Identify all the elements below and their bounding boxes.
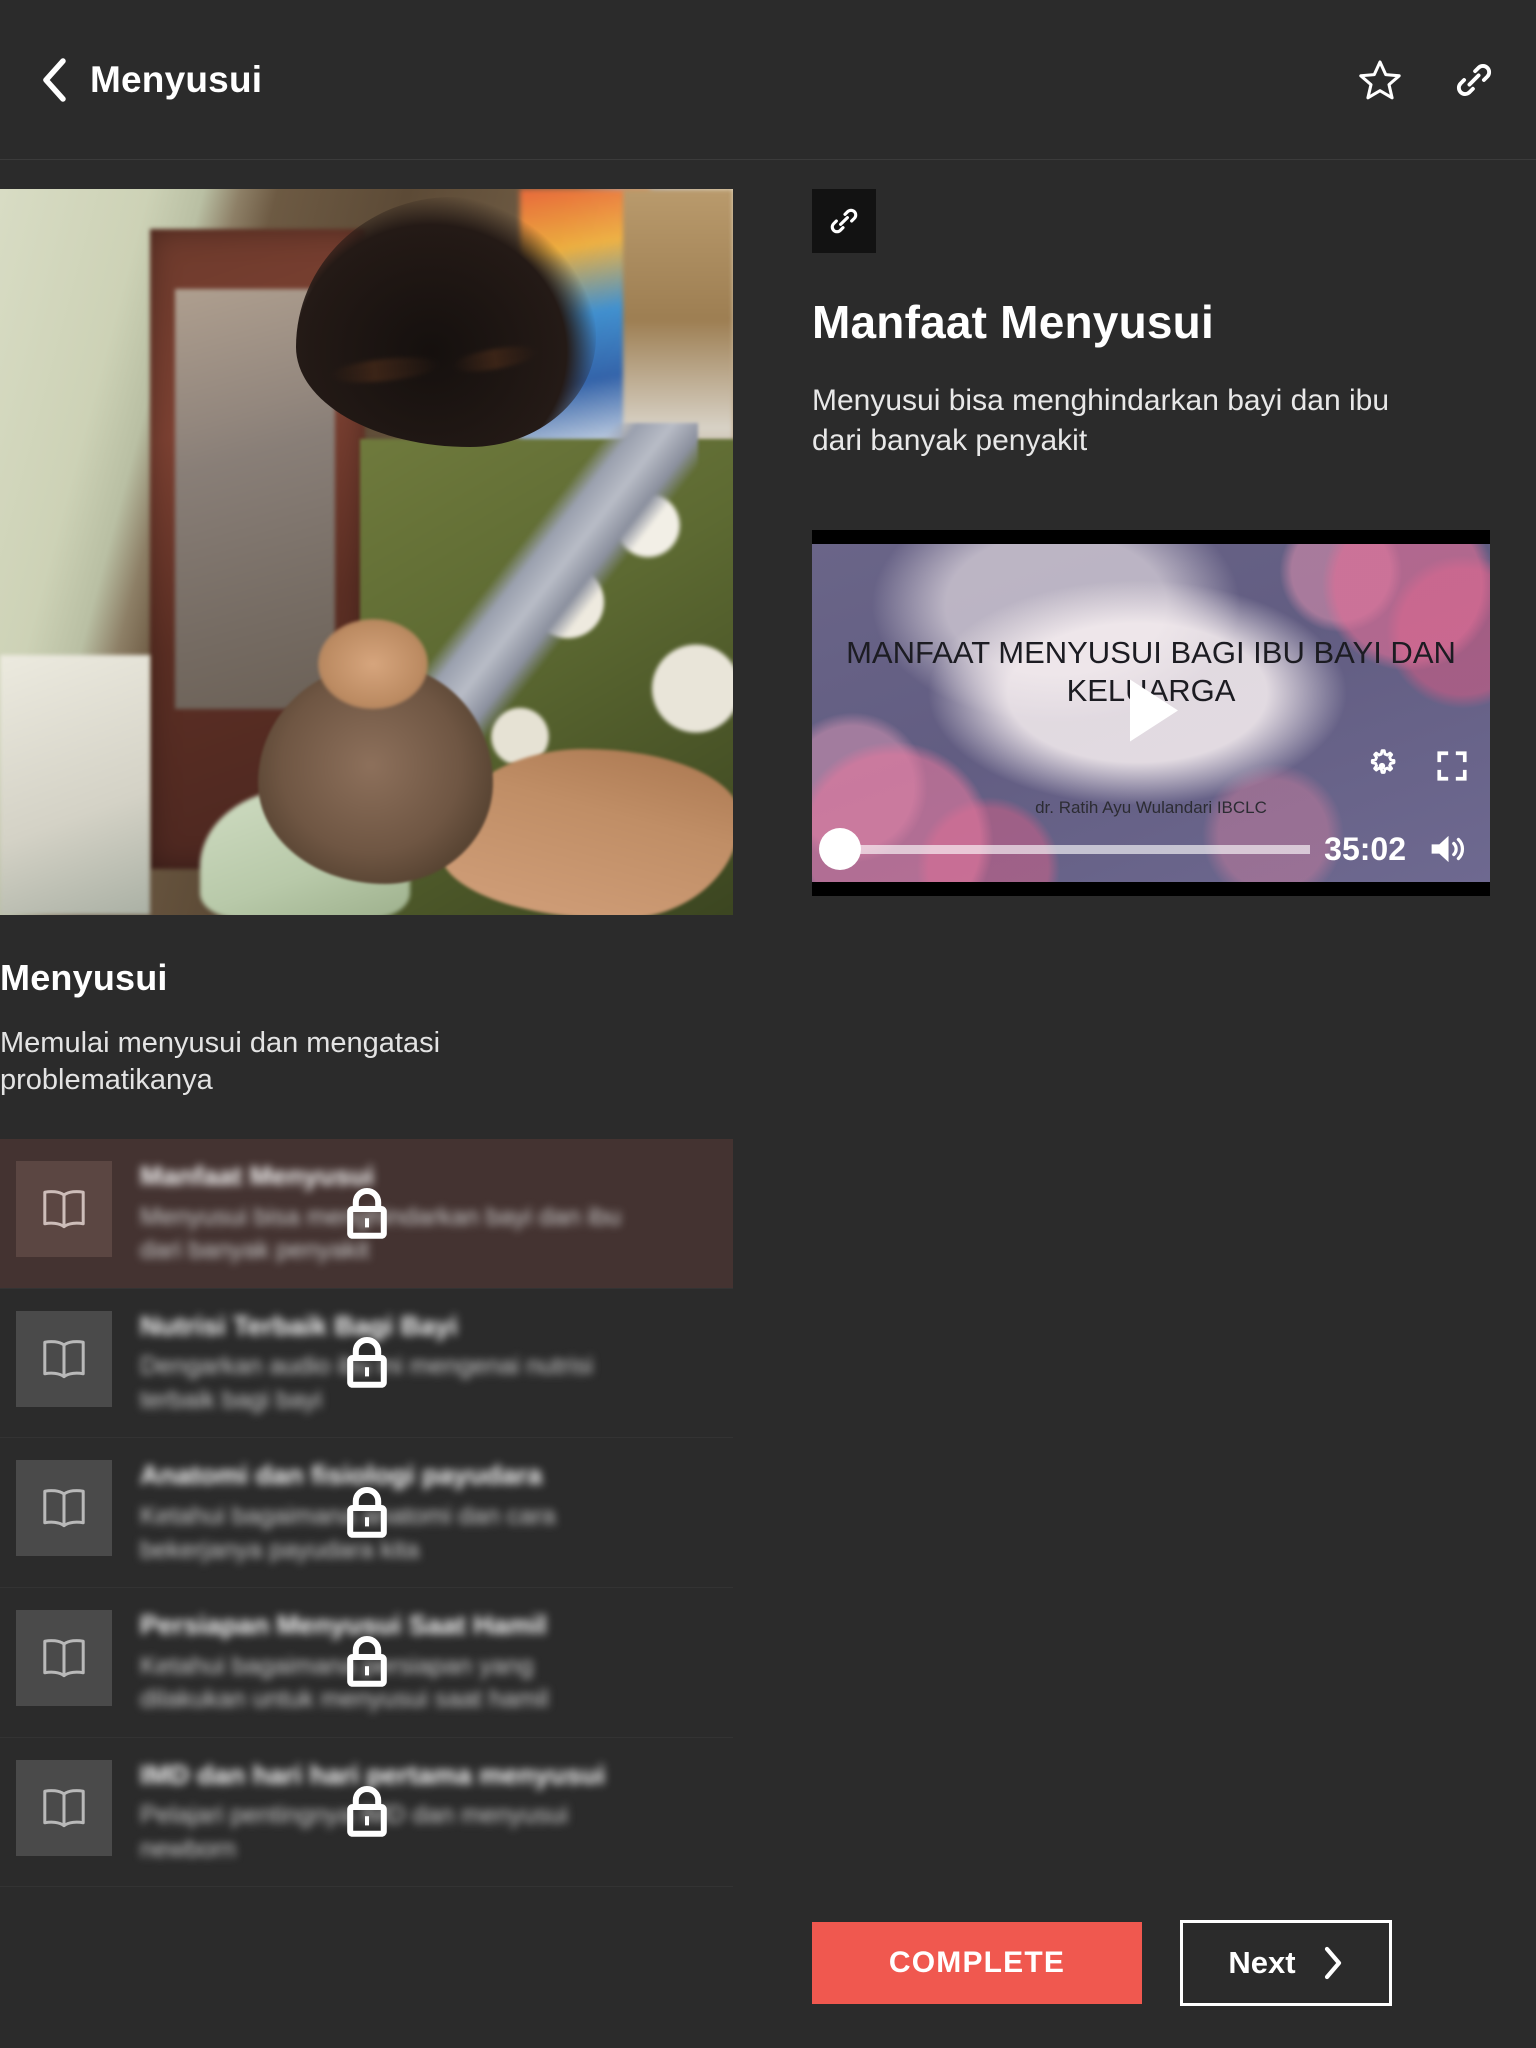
right-column: Manfaat Menyusui Menyusui bisa menghinda… (812, 189, 1492, 897)
book-open-icon (43, 1339, 85, 1378)
copy-link-button[interactable] (812, 189, 876, 253)
video-letterbox-bottom (812, 882, 1490, 897)
list-item[interactable]: Nutrisi Terbaik Bagi Bayi Dengarkan audi… (0, 1289, 733, 1439)
video-duration: 35:02 (1324, 830, 1406, 867)
photo-cabinet (0, 655, 150, 915)
video-volume-button[interactable] (1424, 826, 1470, 872)
video-letterbox-top (812, 530, 1490, 545)
lesson-detail-title: Manfaat Menyusui (812, 296, 1214, 348)
video-fullscreen-button[interactable] (1432, 746, 1472, 786)
link-icon (1456, 63, 1492, 96)
lesson-title: Manfaat Menyusui (140, 1161, 375, 1192)
gear-icon (1370, 749, 1396, 775)
lesson-title: IMD dan hari hari pertama menyusui (140, 1759, 606, 1790)
video-progress-handle[interactable] (819, 828, 861, 871)
lesson-text-group: Nutrisi Terbaik Bagi Bayi Dengarkan audi… (140, 1305, 640, 1418)
fullscreen-icon (1437, 751, 1467, 781)
back-button[interactable] (30, 56, 78, 104)
video-progress-track (830, 844, 1311, 854)
lesson-thumbnail (16, 1460, 112, 1557)
lesson-thumbnail (16, 1610, 112, 1707)
star-outline-icon (1359, 59, 1401, 99)
play-button[interactable] (1118, 674, 1184, 753)
photo-baby-hand (318, 619, 428, 709)
book-open-icon (43, 1489, 85, 1528)
app-header: Menyusui (0, 0, 1536, 160)
video-bottom-controls: 35:02 (812, 816, 1490, 882)
lesson-text-group: Persiapan Menyusui Saat Hamil Ketahui ba… (140, 1604, 640, 1717)
video-player[interactable]: MANFAAT MENYUSUI BAGI IBU BAYI DAN KELUA… (812, 530, 1490, 897)
favorite-button[interactable] (1354, 54, 1406, 106)
lesson-list: Manfaat Menyusui Menyusui bisa menghinda… (0, 1139, 733, 1888)
left-course-title: Menyusui (0, 957, 168, 998)
book-open-icon (43, 1190, 85, 1229)
lesson-description: Ketahui bagaimana anatomi dan cara beker… (140, 1502, 556, 1564)
lesson-title: Anatomi dan fisiologi payudara (140, 1460, 543, 1491)
video-author: dr. Ratih Ayu Wulandari IBCLC (1035, 798, 1267, 818)
lesson-thumbnail (16, 1759, 112, 1856)
list-item[interactable]: IMD dan hari hari pertama menyusui Pelaj… (0, 1738, 733, 1888)
next-button-label: Next (1228, 1945, 1296, 1980)
hero-image (0, 189, 733, 915)
volume-high-icon (1431, 836, 1465, 863)
list-item[interactable]: Anatomi dan fisiologi payudara Ketahui b… (0, 1438, 733, 1589)
video-progress-bar[interactable] (819, 816, 1311, 882)
lesson-detail-subtitle: Menyusui bisa menghindarkan bayi dan ibu… (812, 384, 1390, 457)
header-actions (1354, 54, 1500, 106)
footer-actions: COMPLETE Next (812, 1920, 1392, 2006)
page-title: Menyusui (90, 58, 263, 100)
video-settings-button[interactable] (1362, 746, 1402, 786)
lesson-title: Nutrisi Terbaik Bagi Bayi (140, 1310, 458, 1341)
left-course-subtitle: Memulai menyusui dan mengatasi problemat… (0, 1027, 441, 1097)
complete-button[interactable]: COMPLETE (812, 1922, 1142, 2004)
book-open-icon (43, 1639, 85, 1678)
book-open-icon (43, 1788, 85, 1827)
lesson-text-group: IMD dan hari hari pertama menyusui Pelaj… (140, 1754, 640, 1867)
left-column: Menyusui Memulai menyusui dan mengatasi … (0, 189, 733, 1888)
lesson-description: Menyusui bisa menghindarkan bayi dan ibu… (140, 1202, 621, 1265)
lesson-text-group: Manfaat Menyusui Menyusui bisa menghinda… (140, 1155, 640, 1268)
lesson-description: Ketahui bagaimana persiapan yang dilakuk… (140, 1651, 549, 1714)
next-button[interactable]: Next (1180, 1920, 1392, 2006)
list-item[interactable]: Manfaat Menyusui Menyusui bisa menghinda… (0, 1139, 733, 1289)
lesson-thumbnail (16, 1310, 112, 1407)
lesson-description: Pelajari pentingnya IMD dan menyusui new… (140, 1801, 569, 1863)
chevron-right-icon (1324, 1946, 1341, 1980)
lesson-thumbnail (16, 1161, 112, 1258)
video-controls-right (1362, 746, 1472, 786)
chevron-left-icon (43, 57, 66, 102)
share-link-button[interactable] (1448, 54, 1500, 106)
link-icon (830, 208, 858, 234)
lesson-description: Dengarkan audio ibu ini mengenai nutrisi… (140, 1352, 594, 1414)
play-icon (1130, 679, 1178, 742)
lesson-text-group: Anatomi dan fisiologi payudara Ketahui b… (140, 1454, 640, 1567)
lesson-title: Persiapan Menyusui Saat Hamil (140, 1610, 547, 1641)
list-item[interactable]: Persiapan Menyusui Saat Hamil Ketahui ba… (0, 1588, 733, 1738)
